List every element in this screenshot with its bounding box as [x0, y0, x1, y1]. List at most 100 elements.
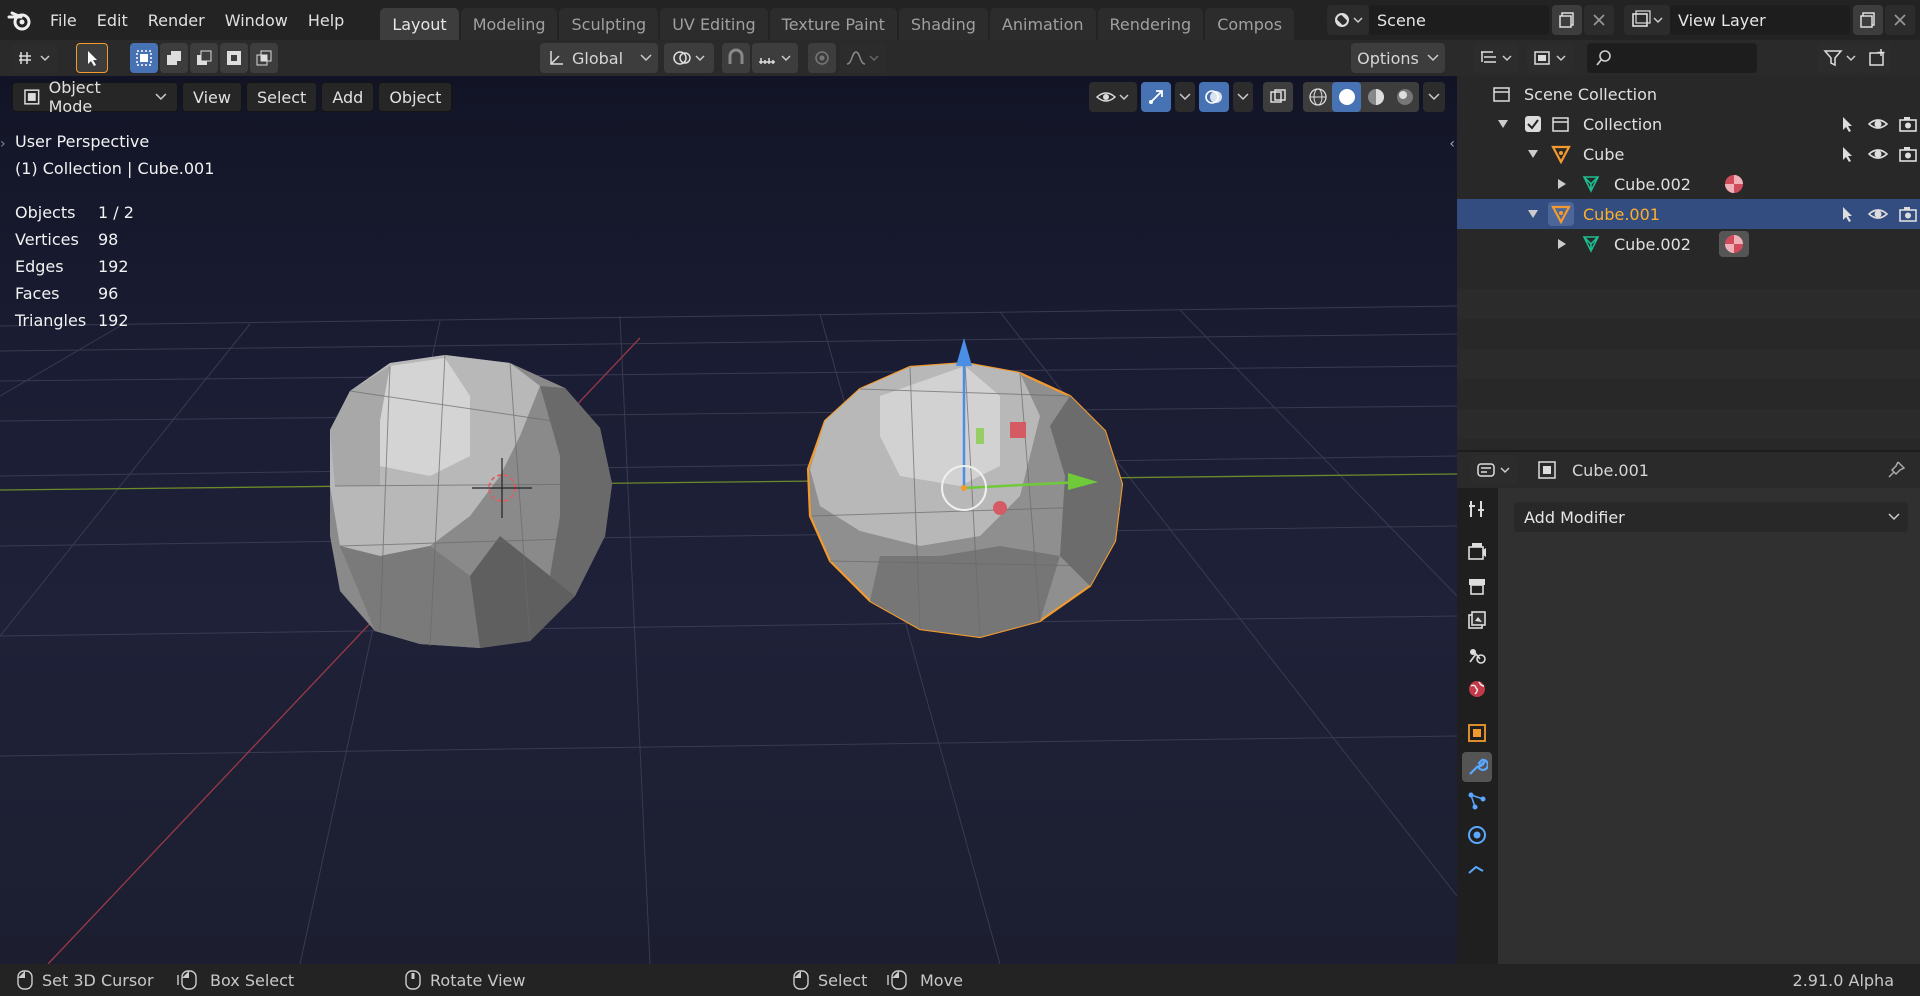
proportional-falloff-icon[interactable]	[840, 43, 886, 73]
menu-edit[interactable]: Edit	[87, 11, 138, 30]
proportional-editing-icon[interactable]	[808, 43, 836, 73]
outliner-collection-row[interactable]: Collection	[1457, 109, 1920, 139]
editor-type-icon[interactable]	[12, 43, 58, 73]
outliner-mesh-cube-002-b[interactable]: Cube.002	[1457, 229, 1920, 259]
material-icon[interactable]	[1723, 233, 1745, 255]
material-shading-icon[interactable]	[1361, 82, 1390, 112]
menu-view[interactable]: View	[182, 82, 242, 112]
tab-uv-editing[interactable]: UV Editing	[660, 8, 768, 40]
add-modifier-dropdown[interactable]: Add Modifier	[1514, 502, 1908, 532]
cube-object[interactable]	[330, 354, 612, 648]
outliner-search-input[interactable]	[1587, 43, 1757, 73]
delete-view-layer-icon[interactable]	[1885, 5, 1915, 35]
outliner-mesh-cube-002[interactable]: Cube.002	[1457, 169, 1920, 199]
shading-dropdown-icon[interactable]	[1423, 82, 1445, 112]
display-mode-icon[interactable]	[1527, 43, 1573, 73]
outliner-scene-collection[interactable]: Scene Collection	[1457, 79, 1920, 109]
tab-modeling[interactable]: Modeling	[460, 8, 558, 40]
cube-001-object[interactable]	[806, 338, 1124, 639]
output-tab-icon[interactable]	[1462, 571, 1492, 601]
world-tab-icon[interactable]	[1462, 674, 1492, 704]
camera-icon[interactable]	[1898, 115, 1918, 133]
transform-orientation-dropdown[interactable]: Global	[540, 43, 658, 73]
menu-help[interactable]: Help	[298, 11, 354, 30]
menu-render[interactable]: Render	[138, 11, 215, 30]
expand-arrow-right-icon[interactable]	[1557, 238, 1567, 250]
blender-logo-icon[interactable]	[0, 0, 40, 40]
select-extend-icon[interactable]	[160, 43, 188, 73]
wireframe-shading-icon[interactable]	[1303, 82, 1332, 112]
gizmo-y-axis[interactable]	[993, 501, 1007, 515]
tab-shading[interactable]: Shading	[898, 8, 988, 40]
material-icon[interactable]	[1723, 173, 1745, 195]
xray-toggle-icon[interactable]	[1263, 82, 1293, 112]
menu-select[interactable]: Select	[245, 82, 318, 112]
new-view-layer-icon[interactable]	[1853, 5, 1883, 35]
select-new-icon[interactable]	[130, 43, 158, 73]
menu-object[interactable]: Object	[378, 82, 453, 112]
menu-file[interactable]: File	[40, 11, 87, 30]
outliner-object-cube[interactable]: Cube	[1457, 139, 1920, 169]
sidebar-expand-icon[interactable]: ‹	[1449, 136, 1455, 152]
view-layer-field[interactable]: View Layer	[1670, 5, 1850, 35]
select-invert-icon[interactable]	[220, 43, 248, 73]
scene-browse-icon[interactable]	[1327, 5, 1369, 35]
gizmo-yz-plane[interactable]	[976, 428, 984, 444]
view-layer-tab-icon[interactable]	[1462, 605, 1492, 635]
eye-icon[interactable]	[1868, 115, 1888, 133]
snap-increment-icon[interactable]	[752, 43, 798, 73]
solid-shading-icon[interactable]	[1332, 82, 1361, 112]
3d-viewport[interactable]: Object Mode View Select Add Object User …	[0, 76, 1457, 964]
selectable-arrow-icon[interactable]	[1840, 145, 1858, 163]
tab-compositing[interactable]: Compos	[1205, 8, 1295, 40]
object-tab-icon[interactable]	[1462, 718, 1492, 748]
expand-arrow-right-icon[interactable]	[1557, 178, 1567, 190]
overlay-dropdown-icon[interactable]	[1233, 82, 1253, 112]
scene-name-field[interactable]: Scene	[1369, 5, 1549, 35]
gizmo-xz-plane[interactable]	[1010, 422, 1026, 438]
object-mode-dropdown[interactable]: Object Mode	[12, 78, 178, 116]
menu-add[interactable]: Add	[321, 82, 375, 112]
modifier-tab-icon[interactable]	[1462, 752, 1492, 782]
view-layer-browse-icon[interactable]	[1624, 5, 1670, 35]
constraints-tab-icon[interactable]	[1462, 854, 1492, 884]
visibility-dropdown-icon[interactable]	[1089, 82, 1137, 112]
select-intersect-icon[interactable]	[250, 43, 278, 73]
properties-editor-type-icon[interactable]	[1471, 455, 1517, 485]
selectable-arrow-icon[interactable]	[1840, 115, 1858, 133]
tab-layout[interactable]: Layout	[380, 8, 459, 40]
expand-arrow-icon[interactable]	[1527, 209, 1539, 219]
select-tool-icon[interactable]	[76, 43, 108, 73]
new-collection-icon[interactable]	[1863, 43, 1891, 73]
camera-icon[interactable]	[1898, 205, 1918, 223]
tab-rendering[interactable]: Rendering	[1097, 8, 1204, 40]
physics-tab-icon[interactable]	[1462, 820, 1492, 850]
pivot-point-icon[interactable]	[664, 43, 714, 73]
eye-icon[interactable]	[1868, 145, 1888, 163]
render-tab-icon[interactable]	[1462, 536, 1492, 566]
outliner-editor-type-icon[interactable]	[1473, 43, 1519, 73]
selectable-arrow-icon[interactable]	[1840, 205, 1858, 223]
menu-window[interactable]: Window	[215, 11, 298, 30]
gizmo-dropdown-icon[interactable]	[1175, 82, 1195, 112]
tab-texture-paint[interactable]: Texture Paint	[769, 8, 897, 40]
tool-tab-icon[interactable]	[1462, 494, 1492, 524]
expand-arrow-icon[interactable]	[1497, 119, 1509, 129]
pin-icon[interactable]	[1886, 460, 1906, 480]
particles-tab-icon[interactable]	[1462, 786, 1492, 816]
options-dropdown[interactable]: Options	[1351, 43, 1445, 73]
collection-checkbox[interactable]	[1525, 116, 1541, 132]
toolbar-expand-icon[interactable]: ›	[0, 136, 6, 152]
scene-tab-icon[interactable]	[1462, 640, 1492, 670]
expand-arrow-icon[interactable]	[1527, 149, 1539, 159]
filter-icon[interactable]	[1817, 43, 1863, 73]
camera-icon[interactable]	[1898, 145, 1918, 163]
eye-icon[interactable]	[1868, 205, 1888, 223]
tab-sculpting[interactable]: Sculpting	[559, 8, 659, 40]
gizmo-toggle-icon[interactable]	[1141, 82, 1171, 112]
overlay-toggle-icon[interactable]	[1199, 82, 1229, 112]
tab-animation[interactable]: Animation	[989, 8, 1096, 40]
new-scene-icon[interactable]	[1552, 5, 1582, 35]
select-subtract-icon[interactable]	[190, 43, 218, 73]
snap-toggle-icon[interactable]	[722, 43, 750, 73]
